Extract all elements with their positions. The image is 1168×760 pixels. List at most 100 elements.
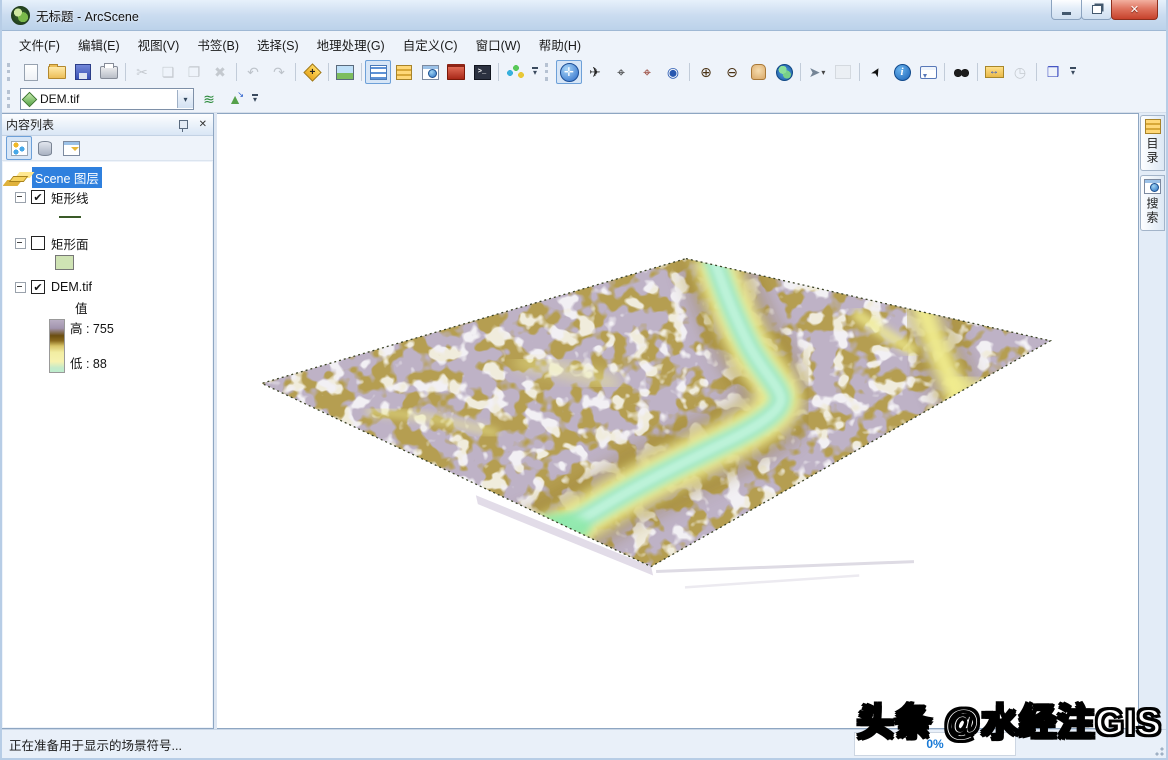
toolbar-separator [236, 63, 237, 81]
python-window-icon: >_ [474, 65, 491, 80]
close-button[interactable]: ✕ [1111, 0, 1158, 20]
dem-checkbox[interactable]: ✔ [31, 280, 45, 294]
identify-button[interactable]: i [889, 60, 915, 84]
list-by-visibility-icon [63, 141, 80, 156]
watermark: 头条 @水经注GIS [857, 692, 1162, 746]
arcscene-app-icon [11, 6, 30, 25]
set-observer-target-button[interactable]: ⌖ [608, 60, 634, 84]
select-graphics-dropdown[interactable]: ▾ [821, 68, 825, 77]
restore-button[interactable] [1081, 0, 1112, 20]
scene-layers-label: Scene 图层 [32, 167, 102, 188]
viewer-manager-cube-button[interactable]: ❒ [1040, 60, 1066, 84]
layer-node-rect-poly[interactable]: 矩形面 [3, 233, 212, 253]
new-document-icon [24, 64, 38, 81]
zoom-to-target-button[interactable]: ⌖ [634, 60, 660, 84]
layer-node-dem[interactable]: ✔ DEM.tif [3, 277, 212, 297]
modelbuilder-button[interactable] [502, 60, 528, 84]
scene-layers-node[interactable]: Scene 图层 [3, 167, 212, 187]
open-folder-button[interactable] [44, 60, 70, 84]
dem-value-field: 值 [75, 298, 88, 317]
menu-item-0[interactable]: 文件(F) [10, 31, 69, 58]
zoom-out-button[interactable]: ⊖ [719, 60, 745, 84]
close-icon: ✕ [1130, 3, 1139, 16]
toolbar-overflow-button[interactable]: ▾ [1070, 67, 1076, 77]
menu-item-8[interactable]: 帮助(H) [530, 31, 590, 58]
minimize-button[interactable] [1051, 0, 1082, 20]
catalog-tab-label: 目录 [1144, 137, 1161, 165]
menu-item-4[interactable]: 选择(S) [248, 31, 308, 58]
catalog-window-button[interactable] [391, 60, 417, 84]
create-steepest-path-button[interactable]: ▲ [222, 87, 248, 111]
select-elements-button[interactable]: ➤ [863, 60, 889, 84]
full-extent-icon [776, 64, 793, 81]
layer-node-rect-line[interactable]: ✔ 矩形线 [3, 187, 212, 207]
pin-icon[interactable] [179, 120, 188, 129]
toc-tree: Scene 图层 ✔ 矩形线 矩形面 [3, 162, 212, 727]
search-tab[interactable]: 搜索 [1140, 175, 1165, 231]
search-window-icon [422, 65, 439, 80]
dem-terrain-render [217, 114, 1138, 728]
rect-poly-checkbox[interactable] [31, 236, 45, 250]
toc-close-icon[interactable]: ✕ [197, 119, 209, 130]
navigate-button[interactable]: ✛ [556, 60, 582, 84]
select-elements-icon: ➤ [868, 65, 883, 80]
table-of-contents-panel: 内容列表 ✕ Scene 图层 ✔ 矩形线 [2, 113, 214, 729]
full-extent-button[interactable] [771, 60, 797, 84]
save-button[interactable] [70, 60, 96, 84]
toolbar-overflow-button[interactable]: ▾ [532, 67, 538, 77]
select-graphics-button[interactable]: ➤▾ [804, 60, 830, 84]
add-data-button[interactable] [299, 60, 325, 84]
list-by-visibility-button[interactable] [58, 136, 84, 160]
pan-button[interactable] [745, 60, 771, 84]
toolbar-grip[interactable] [7, 90, 15, 108]
toolbar-separator [689, 63, 690, 81]
catalog-tab[interactable]: 目录 [1140, 115, 1165, 171]
scene-layers-icon [9, 176, 29, 182]
add-data-icon [303, 63, 321, 81]
layer-combobox-dropdown-button[interactable]: ▾ [177, 90, 193, 108]
3d-analyst-toolbar: DEM.tif▾≋▲ ▾ [2, 86, 1166, 113]
find-button[interactable] [948, 60, 974, 84]
menu-item-5[interactable]: 地理处理(G) [308, 31, 394, 58]
set-observer-button[interactable]: ◉ [660, 60, 686, 84]
list-by-source-button[interactable] [32, 136, 58, 160]
create-contour-button[interactable]: ≋ [196, 87, 222, 111]
search-window-button[interactable] [417, 60, 443, 84]
collapse-icon[interactable] [15, 192, 26, 203]
list-by-drawing-order-button[interactable] [6, 136, 32, 160]
zoom-in-button[interactable]: ⊕ [693, 60, 719, 84]
print-button[interactable] [96, 60, 122, 84]
line-symbol[interactable] [59, 216, 81, 218]
rect-line-checkbox[interactable]: ✔ [31, 190, 45, 204]
html-popup-button[interactable] [915, 60, 941, 84]
python-window-button[interactable]: >_ [469, 60, 495, 84]
print-icon [100, 66, 118, 79]
menu-item-7[interactable]: 窗口(W) [467, 31, 530, 58]
search-tab-icon [1144, 179, 1161, 194]
3d-scene-viewport[interactable] [217, 113, 1139, 729]
dem-legend-low: 低 : 88 [70, 353, 114, 372]
clear-selected-graphics-icon [835, 65, 851, 79]
menu-item-2[interactable]: 视图(V) [129, 31, 189, 58]
menu-item-3[interactable]: 书签(B) [188, 31, 248, 58]
collapse-icon[interactable] [15, 282, 26, 293]
table-of-contents-window-button[interactable] [365, 60, 391, 84]
menu-item-1[interactable]: 编辑(E) [69, 31, 129, 58]
toolbar-grip[interactable] [7, 63, 15, 81]
open-folder-icon [48, 66, 66, 79]
layer-combobox[interactable]: DEM.tif▾ [20, 88, 194, 110]
fly-button[interactable]: ✈ [582, 60, 608, 84]
new-document-button[interactable] [18, 60, 44, 84]
toolbar-grip[interactable] [545, 63, 553, 81]
set-observer-target-icon: ⌖ [617, 65, 625, 79]
menu-item-6[interactable]: 自定义(C) [394, 31, 467, 58]
arctoolbox-button[interactable] [443, 60, 469, 84]
viewer-window-button[interactable] [332, 60, 358, 84]
toolbar-overflow-button[interactable]: ▾ [252, 94, 258, 104]
measure-button[interactable]: ↔ [981, 60, 1007, 84]
fill-symbol[interactable] [55, 255, 74, 270]
collapse-icon[interactable] [15, 238, 26, 249]
dem-legend-high: 高 : 755 [70, 318, 114, 337]
undo-icon: ↶ [247, 65, 259, 79]
zoom-to-target-icon: ⌖ [643, 65, 651, 79]
